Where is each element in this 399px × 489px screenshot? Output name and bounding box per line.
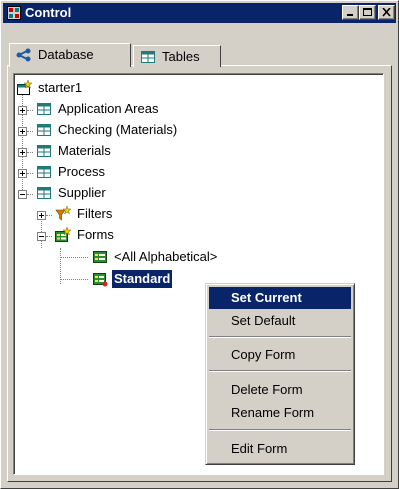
tree-item-label: Application Areas [58, 101, 159, 116]
control-window: Control Database Tables starter1 Applica… [0, 0, 399, 489]
menu-item-label: Edit Form [231, 441, 288, 456]
menu-separator [209, 370, 351, 372]
tree-root-label: starter1 [38, 80, 83, 95]
window-title: Control [25, 5, 72, 20]
menu-separator [209, 429, 351, 431]
menu-item-copy-form[interactable]: Copy Form [209, 344, 351, 366]
collapse-toggle[interactable] [18, 190, 27, 199]
menu-item-label: Copy Form [231, 347, 296, 362]
expand-toggle[interactable] [37, 211, 46, 220]
menu-item-label: Set Default [231, 313, 296, 328]
expand-toggle[interactable] [18, 148, 27, 157]
title-bar[interactable]: Control [3, 3, 396, 23]
menu-item-edit-form[interactable]: Edit Form [209, 438, 351, 460]
menu-separator [209, 336, 351, 338]
tree-connector [27, 152, 33, 153]
database-network-icon [16, 48, 32, 62]
tree-item-label: Checking (Materials) [58, 122, 178, 137]
tree-connector [27, 173, 33, 174]
table-icon [36, 122, 52, 138]
tree-connector [27, 131, 33, 132]
expand-toggle[interactable] [18, 106, 27, 115]
menu-item-delete-form[interactable]: Delete Form [209, 379, 351, 401]
menu-item-label: Delete Form [231, 382, 303, 397]
tab-tables-label: Tables [162, 49, 200, 64]
form-current-icon [92, 271, 108, 287]
table-icon [36, 143, 52, 159]
tree-item-label: Filters [77, 206, 113, 221]
forms-folder-icon [55, 226, 72, 243]
menu-item-label: Rename Form [231, 405, 315, 420]
tab-database-label: Database [38, 47, 94, 62]
menu-item-set-default[interactable]: Set Default [209, 310, 351, 332]
tree-item-label: Process [58, 164, 105, 179]
menu-item-rename-form[interactable]: Rename Form [209, 402, 351, 424]
tree-item-label: Materials [58, 143, 111, 158]
minimize-icon [347, 14, 353, 16]
table-icon [140, 50, 156, 64]
context-menu: Set Current Set Default Copy Form Delete… [205, 283, 355, 465]
table-icon [36, 164, 52, 180]
tree-item-label: Standard [112, 270, 173, 288]
minimize-button[interactable] [342, 5, 359, 20]
menu-item-set-current[interactable]: Set Current [209, 287, 351, 309]
tree-connector [46, 215, 52, 216]
table-icon [36, 185, 52, 201]
menu-item-label: Set Current [231, 290, 302, 305]
tree-connector [60, 279, 88, 280]
tree-item-label: Supplier [58, 185, 106, 200]
tree-connector [60, 257, 88, 258]
close-button[interactable] [378, 5, 395, 20]
tree-item-label: <All Alphabetical> [114, 249, 218, 264]
maximize-icon [363, 8, 372, 16]
expand-toggle[interactable] [18, 169, 27, 178]
close-icon [382, 8, 391, 17]
tree-connector [46, 236, 52, 237]
table-icon [36, 101, 52, 117]
filter-icon [55, 205, 72, 222]
control-window-icon [7, 6, 21, 20]
tree-connector [27, 110, 33, 111]
collapse-toggle[interactable] [37, 232, 46, 241]
form-icon [92, 249, 108, 265]
tab-tables[interactable]: Tables [133, 45, 221, 67]
tree-connector [27, 194, 33, 195]
tab-database[interactable]: Database [9, 43, 131, 67]
expand-toggle[interactable] [18, 127, 27, 136]
maximize-button[interactable] [359, 5, 376, 20]
database-root-icon [16, 79, 33, 96]
tree-item-label: Forms [77, 227, 114, 242]
